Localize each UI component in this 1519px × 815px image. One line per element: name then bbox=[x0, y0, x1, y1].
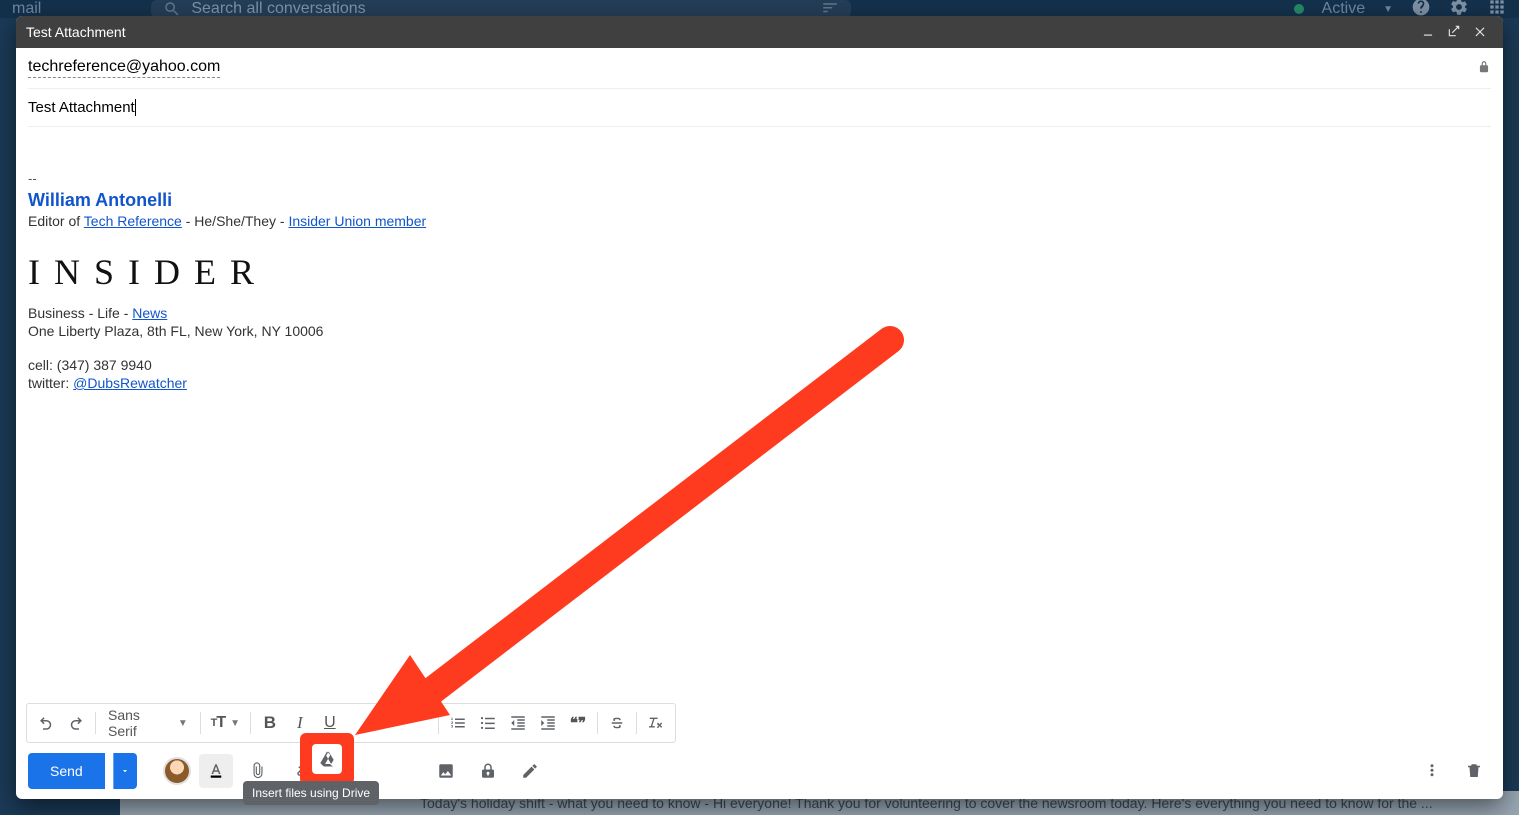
bold-button[interactable]: B bbox=[255, 708, 285, 738]
discard-draft-button[interactable] bbox=[1457, 754, 1491, 788]
signature-cell: cell: (347) 387 9940 bbox=[28, 357, 1491, 373]
presence-dot-icon bbox=[1294, 4, 1304, 14]
indent-more-button[interactable] bbox=[533, 708, 563, 738]
send-options-button[interactable] bbox=[113, 753, 137, 789]
insert-drive-button[interactable] bbox=[312, 744, 342, 774]
to-field[interactable]: techreference@yahoo.com bbox=[28, 48, 1491, 89]
remove-formatting-button[interactable] bbox=[641, 708, 671, 738]
compose-window: Test Attachment techreference@yahoo.com … bbox=[16, 16, 1503, 799]
news-link[interactable]: News bbox=[132, 305, 167, 321]
twitter-link[interactable]: @DubsRewatcher bbox=[73, 375, 187, 391]
lock-icon bbox=[1477, 60, 1491, 77]
insert-photo-button[interactable] bbox=[429, 754, 463, 788]
insert-signature-button[interactable] bbox=[513, 754, 547, 788]
subject-field[interactable]: Test Attachment bbox=[28, 89, 1491, 127]
font-size-picker[interactable]: TT▼ bbox=[205, 708, 246, 738]
bulleted-list-button[interactable] bbox=[473, 708, 503, 738]
send-button[interactable]: Send bbox=[28, 753, 105, 789]
signature-twitter: twitter: @DubsRewatcher bbox=[28, 375, 1491, 391]
signature-separator: -- bbox=[28, 171, 1491, 186]
drive-highlight-annotation bbox=[300, 733, 354, 785]
insider-logo: INSIDER bbox=[28, 251, 1491, 293]
blockquote-button[interactable]: ❝❞ bbox=[563, 708, 593, 738]
subject-text: Test Attachment bbox=[28, 99, 135, 116]
compose-title: Test Attachment bbox=[26, 24, 1415, 40]
avatar[interactable] bbox=[163, 757, 191, 785]
recipient-chip[interactable]: techreference@yahoo.com bbox=[28, 58, 220, 78]
numbered-list-button[interactable] bbox=[443, 708, 473, 738]
signature-address: One Liberty Plaza, 8th FL, New York, NY … bbox=[28, 323, 1491, 339]
close-icon[interactable] bbox=[1467, 24, 1493, 41]
indent-less-button[interactable] bbox=[503, 708, 533, 738]
signature-role: Editor of Tech Reference - He/She/They -… bbox=[28, 213, 1491, 229]
caret-down-icon: ▼ bbox=[230, 718, 240, 729]
strikethrough-button[interactable] bbox=[602, 708, 632, 738]
text-color-button[interactable] bbox=[199, 754, 233, 788]
signature-business-line: Business - Life - News bbox=[28, 305, 1491, 321]
compose-titlebar[interactable]: Test Attachment bbox=[16, 16, 1503, 48]
text-cursor bbox=[135, 99, 136, 116]
drive-icon bbox=[317, 749, 337, 769]
more-options-button[interactable] bbox=[1415, 754, 1449, 788]
font-family-picker[interactable]: Sans Serif▼ bbox=[100, 708, 196, 738]
undo-button[interactable] bbox=[31, 708, 61, 738]
redo-button[interactable] bbox=[61, 708, 91, 738]
confidential-mode-button[interactable] bbox=[471, 754, 505, 788]
status-caret-icon[interactable]: ▼ bbox=[1383, 4, 1393, 15]
message-body[interactable]: -- William Antonelli Editor of Tech Refe… bbox=[16, 127, 1503, 703]
compose-action-bar: Send bbox=[16, 749, 1503, 799]
caret-down-icon: ▼ bbox=[178, 718, 188, 729]
insider-union-link[interactable]: Insider Union member bbox=[288, 213, 426, 229]
drive-tooltip: Insert files using Drive bbox=[243, 781, 379, 805]
minimize-icon[interactable] bbox=[1415, 24, 1441, 41]
tech-reference-link[interactable]: Tech Reference bbox=[84, 213, 182, 229]
popout-icon[interactable] bbox=[1441, 24, 1467, 41]
signature-name: William Antonelli bbox=[28, 190, 1491, 211]
